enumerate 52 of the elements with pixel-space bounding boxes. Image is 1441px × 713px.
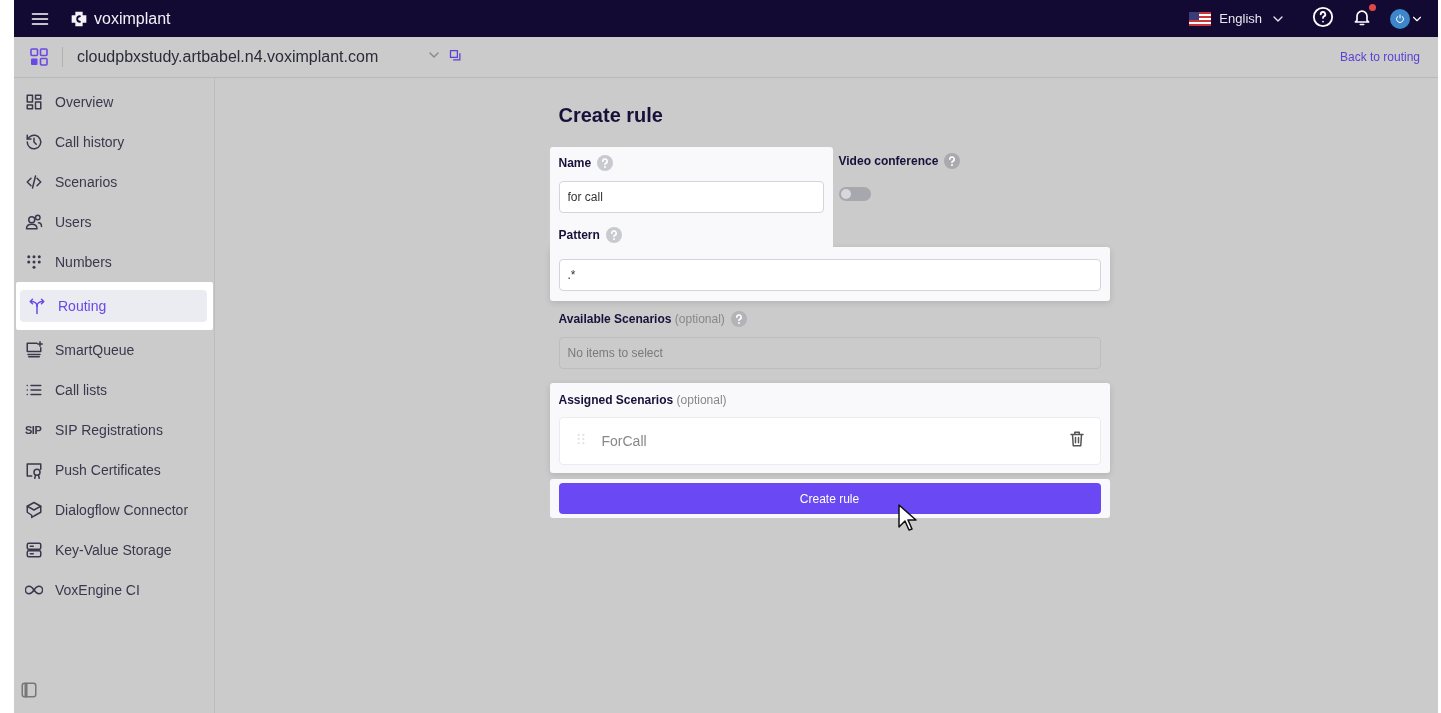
trash-icon	[1067, 430, 1086, 448]
help-icon[interactable]	[597, 155, 614, 171]
dashboard-icon	[25, 93, 43, 111]
page-title: Create rule	[558, 104, 664, 127]
sidebar-item[interactable]: Routing	[20, 290, 207, 322]
sidebar-item[interactable]: Call history	[14, 122, 214, 162]
sip-icon: SIP	[25, 424, 43, 436]
sidebar-item[interactable]: Overview	[14, 82, 214, 122]
sidebar-item[interactable]: Scenarios	[14, 162, 214, 202]
field-label: Name	[558, 156, 592, 170]
field-label: Available Scenarios (optional)	[558, 312, 725, 326]
field-label: Video conference	[838, 154, 939, 168]
toggle-switch[interactable]	[838, 187, 871, 201]
scenario-name: ForCall	[601, 433, 648, 449]
speech-cube-icon	[25, 501, 43, 519]
language-selector[interactable]: English	[1219, 11, 1262, 26]
history-icon	[25, 133, 43, 151]
sidebar-item[interactable]: VoxEngine CI	[14, 570, 214, 610]
sidebar-item[interactable]: Push Certificates	[14, 450, 214, 490]
field-label: Assigned Scenarios (optional)	[558, 393, 727, 407]
apps-grid-icon[interactable]	[30, 48, 48, 66]
field-label: Pattern	[558, 228, 600, 242]
back-link[interactable]: Back to routing	[1339, 50, 1420, 64]
storage-icon	[25, 541, 43, 559]
flag-icon	[1189, 11, 1212, 26]
sidebar-item[interactable]: Users	[14, 202, 214, 242]
certificate-icon	[25, 461, 43, 479]
name-input[interactable]: for call	[558, 181, 824, 213]
sidebar-toggle-icon	[20, 681, 38, 699]
code-icon	[25, 173, 43, 191]
domain-name: cloudpbxstudy.artbabel.n4.voximplant.com	[77, 48, 379, 66]
scenario-row[interactable]: ForCall	[558, 417, 1101, 465]
avatar-icon[interactable]	[1390, 8, 1410, 29]
fork-arrows-icon	[28, 297, 46, 315]
users-icon	[25, 213, 43, 231]
brand-name: voximplant	[94, 9, 171, 28]
help-icon	[1312, 5, 1334, 28]
dialpad-icon	[25, 253, 43, 271]
create-rule-button[interactable]: Create rule	[558, 483, 1101, 514]
copy-icon	[448, 47, 464, 63]
sidebar-item[interactable]: Numbers	[14, 242, 214, 282]
sidebar-item[interactable]: Call lists	[14, 370, 214, 410]
pattern-input[interactable]: .*	[558, 259, 1101, 291]
help-icon[interactable]	[730, 311, 747, 327]
help-icon[interactable]	[605, 227, 622, 243]
power-icon	[1394, 12, 1406, 25]
sidebar-item[interactable]: SmartQueue	[14, 330, 214, 370]
sidebar-item[interactable]: Dialogflow Connector	[14, 490, 214, 530]
help-icon[interactable]	[944, 153, 961, 169]
sidebar-item[interactable]: SIP SIP Registrations	[14, 410, 214, 450]
monitor-plus-icon	[25, 341, 43, 359]
sidebar-item[interactable]: Key-Value Storage	[14, 530, 214, 570]
